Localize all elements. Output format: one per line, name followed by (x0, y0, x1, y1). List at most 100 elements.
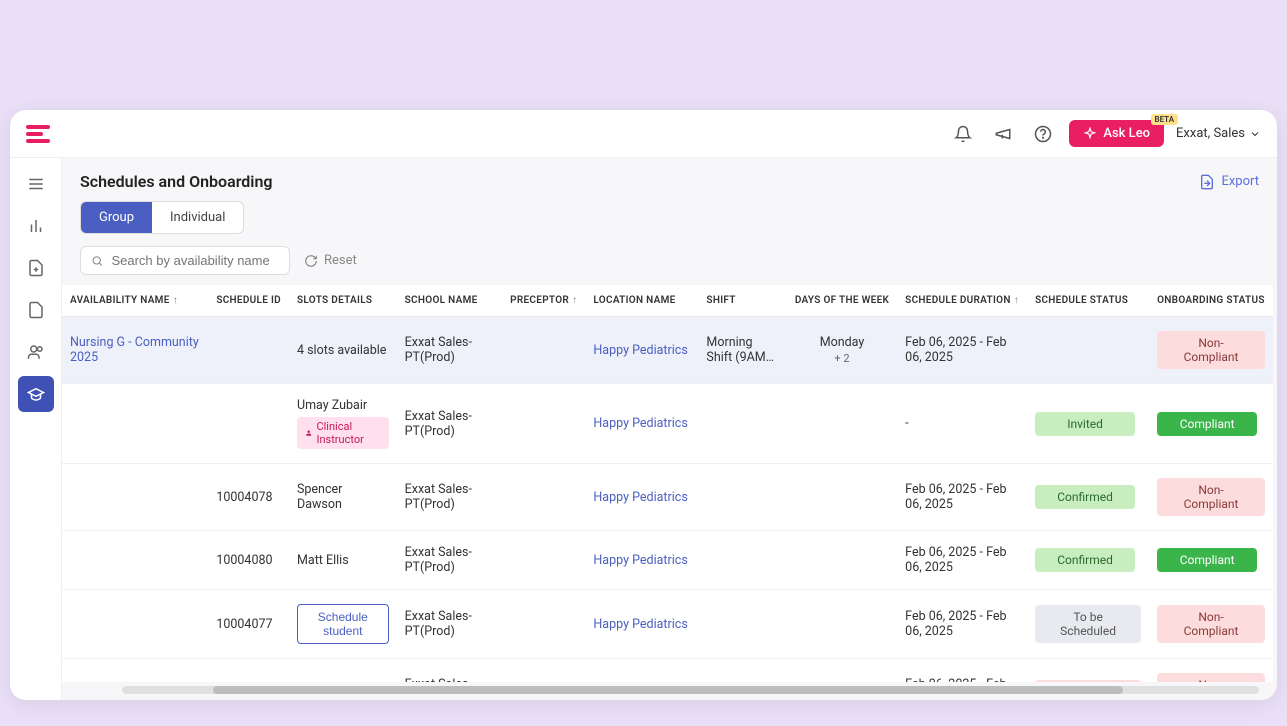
table-row: 10004077Schedule studentExxat Sales-PT(P… (62, 590, 1273, 659)
duration: Feb 06, 2025 - Feb 06, 2025 (897, 659, 1027, 683)
shift (698, 531, 786, 590)
file-plus-icon[interactable] (18, 250, 54, 286)
topbar: Ask Leo BETA Exxat, Sales (10, 110, 1277, 158)
ask-leo-button[interactable]: Ask Leo BETA (1069, 120, 1164, 147)
duration: - (897, 384, 1027, 464)
tab-individual[interactable]: Individual (152, 202, 243, 233)
megaphone-icon[interactable] (989, 120, 1017, 148)
school-name: Exxat Sales-PT(Prod) (397, 590, 502, 659)
user-menu[interactable]: Exxat, Sales (1176, 126, 1261, 141)
school-name: Exxat Sales-PT(Prod) (397, 659, 502, 683)
school-name: Exxat Sales-PT(Prod) (397, 384, 502, 464)
col-days[interactable]: DAYS OF THE WEEK (787, 285, 897, 317)
export-label: Export (1221, 174, 1259, 189)
table-row: 10004079Lucy ChenExxat Sales-PT(Prod)Hap… (62, 659, 1273, 683)
slots-cell: Matt Ellis (289, 531, 397, 590)
sort-up-icon: ↑ (173, 295, 178, 306)
file-icon[interactable] (18, 292, 54, 328)
status-badge: Non-Compliant (1157, 331, 1265, 369)
slots-cell: Lucy Chen (289, 659, 397, 683)
users-icon[interactable] (18, 334, 54, 370)
col-duration[interactable]: SCHEDULE DURATION↑ (897, 285, 1027, 317)
preceptor (502, 659, 585, 683)
menu-icon[interactable] (18, 166, 54, 202)
table-row: Umay ZubairClinical InstructorExxat Sale… (62, 384, 1273, 464)
schedule-status (1027, 317, 1149, 384)
status-badge: To be Scheduled (1035, 605, 1141, 643)
schedules-table: AVAILABILITY NAME↑ SCHEDULE ID SLOTS DET… (62, 285, 1273, 682)
search-icon (91, 254, 103, 268)
onboarding-status: Non-Compliant (1149, 464, 1273, 531)
sparkle-icon (1083, 127, 1097, 141)
status-badge: Not Confirmed (1035, 680, 1141, 682)
shift (698, 590, 786, 659)
col-onboard-status[interactable]: ONBOARDING STATUS (1149, 285, 1273, 317)
schedule-id: 10004079 (208, 659, 289, 683)
preceptor (502, 531, 585, 590)
days (787, 464, 897, 531)
availability-name[interactable]: Nursing G - Community 2025 (70, 335, 199, 365)
horizontal-scrollbar[interactable] (122, 686, 1259, 694)
location-link[interactable]: Happy Pediatrics (593, 617, 687, 632)
body: Schedules and Onboarding Export Group In… (10, 158, 1277, 700)
bell-icon[interactable] (949, 120, 977, 148)
search-row: Reset (62, 246, 1277, 285)
schedule-status: Confirmed (1027, 531, 1149, 590)
help-icon[interactable] (1029, 120, 1057, 148)
col-slots[interactable]: SLOTS DETAILS (289, 285, 397, 317)
col-preceptor[interactable]: PRECEPTOR↑ (502, 285, 585, 317)
status-badge: Invited (1035, 412, 1135, 436)
schedule-id: 10004080 (208, 531, 289, 590)
col-shift[interactable]: SHIFT (698, 285, 786, 317)
content: Schedules and Onboarding Export Group In… (62, 158, 1277, 700)
col-location[interactable]: LOCATION NAME (585, 285, 698, 317)
table-row: 10004078Spencer DawsonExxat Sales-PT(Pro… (62, 464, 1273, 531)
scrollbar-thumb[interactable] (213, 686, 1123, 694)
reset-button[interactable]: Reset (304, 253, 357, 268)
schedule-status: Confirmed (1027, 464, 1149, 531)
col-schedule-id[interactable]: SCHEDULE ID (208, 285, 289, 317)
schedule-id (208, 317, 289, 384)
location-link[interactable]: Happy Pediatrics (593, 553, 687, 568)
chart-icon[interactable] (18, 208, 54, 244)
status-badge: Compliant (1157, 412, 1257, 436)
location-link[interactable]: Happy Pediatrics (593, 343, 687, 358)
col-sched-status[interactable]: SCHEDULE STATUS (1027, 285, 1149, 317)
schedule-status: Invited (1027, 384, 1149, 464)
location-link[interactable]: Happy Pediatrics (593, 416, 687, 431)
sort-up-icon: ↑ (1014, 295, 1019, 306)
days (787, 659, 897, 683)
slots-text: 4 slots available (297, 343, 389, 358)
sidenav (10, 158, 62, 700)
export-icon (1199, 174, 1215, 190)
col-school[interactable]: SCHOOL NAME (397, 285, 502, 317)
schedule-id: 10004078 (208, 464, 289, 531)
slots-text: Umay Zubair (297, 398, 389, 413)
days (787, 531, 897, 590)
col-availability[interactable]: AVAILABILITY NAME↑ (62, 285, 208, 317)
slots-cell: Schedule student (289, 590, 397, 659)
beta-badge: BETA (1151, 114, 1179, 125)
export-button[interactable]: Export (1199, 174, 1259, 190)
table-wrap[interactable]: AVAILABILITY NAME↑ SCHEDULE ID SLOTS DET… (62, 285, 1273, 682)
reset-label: Reset (324, 253, 357, 268)
page-header: Schedules and Onboarding Export (62, 158, 1277, 201)
schedule-student-button[interactable]: Schedule student (297, 604, 389, 644)
school-name: Exxat Sales-PT(Prod) (397, 531, 502, 590)
graduation-icon[interactable] (18, 376, 54, 412)
table-row: Nursing G - Community 2025 4 slots availa… (62, 317, 1273, 384)
search-input[interactable] (111, 253, 279, 268)
app-logo (26, 122, 50, 146)
status-badge: Compliant (1157, 548, 1257, 572)
days (787, 590, 897, 659)
search-box[interactable] (80, 246, 290, 275)
user-name: Exxat, Sales (1176, 126, 1245, 141)
duration: Feb 06, 2025 - Feb 06, 2025 (897, 590, 1027, 659)
days: Monday+ 2 (787, 317, 897, 384)
schedule-status: To be Scheduled (1027, 590, 1149, 659)
person-icon (305, 428, 312, 438)
tab-group[interactable]: Group (81, 202, 152, 233)
duration: Feb 06, 2025 - Feb 06, 2025 (897, 464, 1027, 531)
location-link[interactable]: Happy Pediatrics (593, 490, 687, 505)
slots-cell: Umay ZubairClinical Instructor (289, 384, 397, 464)
